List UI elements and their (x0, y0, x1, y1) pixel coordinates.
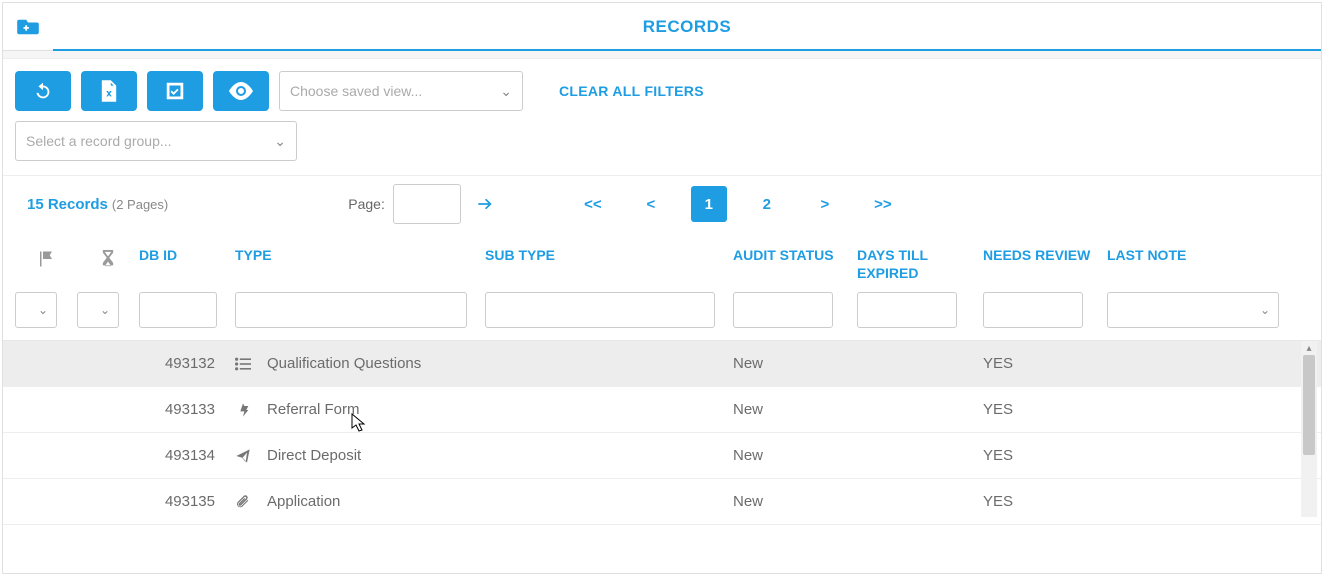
filter-audit[interactable] (733, 292, 833, 328)
cell-audit: New (733, 401, 857, 418)
refresh-icon (32, 80, 54, 102)
cell-needs-review: YES (983, 355, 1107, 372)
folder-plus-icon (17, 18, 39, 36)
table-row[interactable]: 493132 Qualification Questions New YES (3, 341, 1321, 387)
filter-days-input[interactable] (864, 303, 950, 318)
scroll-up-icon: ▴ (1301, 341, 1317, 355)
filter-flag[interactable]: ⌄ (15, 292, 57, 328)
flag-icon (37, 250, 55, 268)
page-label: Page: (348, 196, 385, 212)
list-icon (235, 357, 253, 371)
pager-prev[interactable]: < (633, 186, 669, 222)
column-flag[interactable] (15, 246, 77, 268)
table-row[interactable]: 493135 Application New YES (3, 479, 1321, 525)
column-needs-review[interactable]: NEEDS REVIEW (983, 246, 1107, 264)
chevron-down-icon: ⌄ (100, 303, 110, 317)
cell-audit: New (733, 355, 857, 372)
column-subtype[interactable]: SUB TYPE (485, 246, 733, 264)
referral-icon (235, 402, 253, 418)
pager-page-1[interactable]: 1 (691, 186, 727, 222)
saved-view-placeholder: Choose saved view... (290, 83, 422, 99)
filter-dbid[interactable] (139, 292, 217, 328)
pager: << < 1 2 > >> (575, 186, 901, 222)
toolbar: Choose saved view... ⌄ CLEAR ALL FILTERS (3, 59, 1321, 117)
cell-type: Application (267, 493, 340, 510)
page-go-button[interactable] (475, 194, 495, 214)
table-body: 493132 Qualification Questions New YES 4… (3, 341, 1321, 525)
cell-dbid: 493132 (139, 355, 235, 372)
chevron-down-icon: ⌄ (38, 303, 48, 317)
cell-needs-review: YES (983, 401, 1107, 418)
filter-row: ⌄ ⌄ ⌄ (3, 282, 1321, 341)
filter-type-input[interactable] (242, 303, 460, 318)
cell-type: Qualification Questions (267, 355, 421, 372)
cell-audit: New (733, 447, 857, 464)
cell-type: Direct Deposit (267, 447, 361, 464)
cell-type: Referral Form (267, 401, 360, 418)
filter-subtype-input[interactable] (492, 303, 708, 318)
tab-records-label: RECORDS (643, 17, 732, 37)
tab-records[interactable]: RECORDS (53, 4, 1321, 51)
paper-plane-icon (235, 448, 253, 464)
filter-type[interactable] (235, 292, 467, 328)
table-scrollbar[interactable]: ▴ (1301, 341, 1317, 517)
record-group-select[interactable]: Select a record group... ⌄ (15, 121, 297, 161)
pager-last[interactable]: >> (865, 186, 901, 222)
records-table: DB ID TYPE SUB TYPE AUDIT STATUS DAYS TI… (3, 232, 1321, 525)
arrow-right-icon (475, 194, 495, 214)
records-pages: (2 Pages) (112, 197, 168, 212)
table-header: DB ID TYPE SUB TYPE AUDIT STATUS DAYS TI… (3, 232, 1321, 282)
filter-needs-review[interactable] (983, 292, 1083, 328)
table-row[interactable]: 493134 Direct Deposit New YES (3, 433, 1321, 479)
filter-dbid-input[interactable] (146, 303, 210, 318)
column-days-till-expired[interactable]: DAYS TILL EXPIRED (857, 246, 983, 282)
eye-icon (229, 82, 253, 100)
filter-needs-review-input[interactable] (990, 303, 1076, 318)
tab-bar: RECORDS (3, 3, 1321, 51)
spacer (3, 51, 1321, 59)
refresh-button[interactable] (15, 71, 71, 111)
page-input[interactable] (393, 184, 461, 224)
bulk-check-button[interactable] (147, 71, 203, 111)
record-group-placeholder: Select a record group... (26, 133, 172, 149)
column-type[interactable]: TYPE (235, 246, 485, 264)
chevron-down-icon: ⌄ (500, 83, 512, 100)
record-group-row: Select a record group... ⌄ (3, 117, 1321, 175)
column-dbid[interactable]: DB ID (139, 246, 235, 264)
export-excel-button[interactable] (81, 71, 137, 111)
cell-needs-review: YES (983, 447, 1107, 464)
pager-page-2[interactable]: 2 (749, 186, 785, 222)
cell-dbid: 493134 (139, 447, 235, 464)
results-bar: 15 Records (2 Pages) Page: << < 1 2 > >> (3, 175, 1321, 232)
file-export-icon (100, 80, 118, 102)
filter-days[interactable] (857, 292, 957, 328)
filter-subtype[interactable] (485, 292, 715, 328)
scrollbar-thumb[interactable] (1303, 355, 1315, 455)
column-timer[interactable] (77, 246, 139, 268)
chevron-down-icon: ⌄ (1260, 303, 1270, 317)
table-row[interactable]: 493133 Referral Form New YES (3, 387, 1321, 433)
hourglass-icon (100, 250, 116, 268)
pager-first[interactable]: << (575, 186, 611, 222)
clear-filters-label: CLEAR ALL FILTERS (559, 83, 704, 99)
cell-needs-review: YES (983, 493, 1107, 510)
add-tab-button[interactable] (3, 3, 53, 50)
paperclip-icon (235, 494, 253, 510)
clear-filters-button[interactable]: CLEAR ALL FILTERS (559, 83, 704, 99)
records-count: 15 Records (27, 196, 108, 213)
pager-next[interactable]: > (807, 186, 843, 222)
saved-view-select[interactable]: Choose saved view... ⌄ (279, 71, 523, 111)
chevron-down-icon: ⌄ (274, 133, 286, 150)
column-audit-status[interactable]: AUDIT STATUS (733, 246, 857, 264)
cell-audit: New (733, 493, 857, 510)
checkbox-icon (164, 80, 186, 102)
cell-dbid: 493133 (139, 401, 235, 418)
filter-audit-input[interactable] (740, 303, 826, 318)
view-visibility-button[interactable] (213, 71, 269, 111)
filter-last-note[interactable]: ⌄ (1107, 292, 1279, 328)
filter-timer[interactable]: ⌄ (77, 292, 119, 328)
column-last-note[interactable]: LAST NOTE (1107, 246, 1279, 264)
cell-dbid: 493135 (139, 493, 235, 510)
